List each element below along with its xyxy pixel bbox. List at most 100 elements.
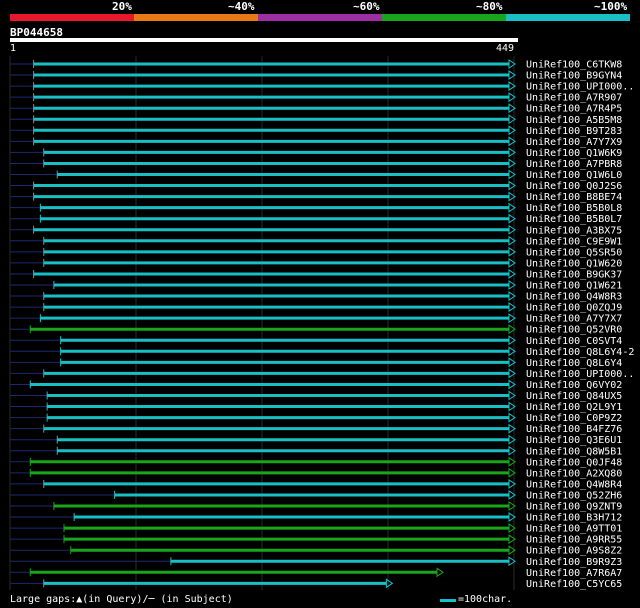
hit-row[interactable]: UniRef100_Q4W8R3 — [10, 291, 622, 303]
hit-label[interactable]: UniRef100_C9E9W1 — [526, 236, 622, 247]
hit-row[interactable]: UniRef100_A2XQ80 — [10, 467, 622, 479]
hit-row[interactable]: UniRef100_Q0J2S6 — [10, 180, 622, 192]
hit-label[interactable]: UniRef100_A7Y7X9 — [526, 137, 622, 148]
hit-label[interactable]: UniRef100_B9GYN4 — [526, 71, 622, 82]
hit-row[interactable]: UniRef100_A7R907 — [10, 92, 622, 104]
hit-row[interactable]: UniRef100_B9GK37 — [10, 269, 622, 280]
hit-row[interactable]: UniRef100_B9R9Z3 — [10, 556, 622, 568]
hit-row[interactable]: UniRef100_C0SVT4 — [10, 335, 622, 347]
hit-row[interactable]: UniRef100_Q1W621 — [10, 280, 622, 292]
hit-label[interactable]: UniRef100_A9S8Z2 — [526, 546, 622, 557]
hit-row[interactable]: UniRef100_Q84UX5 — [10, 390, 622, 402]
hit-label[interactable]: UniRef100_Q2L9Y1 — [526, 402, 622, 413]
hit-row[interactable]: UniRef100_C9E9W1 — [10, 235, 622, 247]
hit-row[interactable]: UniRef100_A9RR55 — [10, 534, 622, 546]
hit-label[interactable]: UniRef100_B8BE74 — [526, 192, 622, 203]
hit-row[interactable]: UniRef100_Q52ZH6 — [10, 490, 622, 501]
hit-row[interactable]: UniRef100_B9GYN4 — [10, 70, 622, 82]
hit-label[interactable]: UniRef100_Q1W620 — [526, 258, 622, 269]
hit-row[interactable]: UniRef100_Q5SR50 — [10, 246, 622, 258]
hit-row[interactable]: UniRef100_C0P9Z2 — [10, 412, 622, 424]
hit-row[interactable]: UniRef100_Q3E6U1 — [10, 434, 622, 446]
hit-label[interactable]: UniRef100_C0SVT4 — [526, 336, 622, 347]
hit-row[interactable]: UniRef100_B5B0L7 — [10, 213, 622, 225]
hit-row[interactable]: UniRef100_A7PBR8 — [10, 158, 622, 170]
hit-row[interactable]: UniRef100_Q8W5B1 — [10, 445, 622, 457]
hit-label[interactable]: UniRef100_A5B5M8 — [526, 115, 622, 126]
hit-label[interactable]: UniRef100_B9R9Z3 — [526, 557, 622, 568]
hit-row[interactable]: UniRef100_Q6VY02 — [10, 379, 622, 391]
hit-label[interactable]: UniRef100_Q0JF48 — [526, 457, 622, 468]
hit-label[interactable]: UniRef100_C0P9Z2 — [526, 413, 622, 424]
hit-label[interactable]: UniRef100_B5B0L8 — [526, 203, 622, 214]
hit-label[interactable]: UniRef100_A7PBR8 — [526, 159, 622, 170]
hit-row[interactable]: UniRef100_Q0JF48 — [10, 456, 622, 468]
hit-label[interactable]: UniRef100_Q1W621 — [526, 281, 622, 292]
hit-label[interactable]: UniRef100_Q52ZH6 — [526, 490, 622, 501]
hit-row[interactable]: UniRef100_A3BX75 — [10, 224, 622, 236]
hit-label[interactable]: UniRef100_B9GK37 — [526, 269, 622, 280]
hit-label[interactable]: UniRef100_A7R6A7 — [526, 568, 622, 579]
hit-label[interactable]: UniRef100_A9RR55 — [526, 535, 622, 546]
hit-row[interactable]: UniRef100_Q1W620 — [10, 257, 622, 269]
hit-label[interactable]: UniRef100_Q9ZNT9 — [526, 502, 622, 513]
hit-row[interactable]: UniRef100_Q1W6L0 — [10, 169, 622, 181]
hit-label[interactable]: UniRef100_Q84UX5 — [526, 391, 622, 402]
hit-row[interactable]: UniRef100_B3H712 — [10, 512, 622, 524]
hit-row[interactable]: UniRef100_Q9ZNT9 — [10, 501, 622, 513]
hit-label[interactable]: UniRef100_UPI000.. — [526, 82, 634, 93]
hit-label[interactable]: UniRef100_Q1W6L0 — [526, 170, 622, 181]
hit-label[interactable]: UniRef100_Q4W8R4 — [526, 479, 622, 490]
hit-label[interactable]: UniRef100_A3BX75 — [526, 225, 622, 236]
hit-label[interactable]: UniRef100_Q3E6U1 — [526, 435, 622, 446]
hit-row[interactable]: UniRef100_A7R6A7 — [10, 567, 622, 579]
hit-row[interactable]: UniRef100_Q0ZQJ9 — [10, 302, 622, 314]
hit-row[interactable]: UniRef100_UPI000.. — [10, 81, 634, 93]
grid-layer — [9, 56, 515, 590]
hit-row[interactable]: UniRef100_Q52VR0 — [10, 324, 622, 336]
hit-row[interactable]: UniRef100_Q8L6Y4-2 — [10, 346, 634, 358]
hit-row[interactable]: UniRef100_Q4W8R4 — [10, 478, 622, 490]
hit-row[interactable]: UniRef100_B8BE74 — [10, 191, 622, 203]
hit-row[interactable]: UniRef100_A5B5M8 — [10, 114, 622, 126]
hit-label[interactable]: UniRef100_B9T283 — [526, 126, 622, 137]
hit-arrow-icon — [436, 567, 444, 578]
hit-label[interactable]: UniRef100_A9TT01 — [526, 524, 622, 535]
hit-label[interactable]: UniRef100_B3H712 — [526, 513, 622, 524]
hit-row[interactable]: UniRef100_A9S8Z2 — [10, 545, 622, 557]
hit-label[interactable]: UniRef100_Q52VR0 — [526, 325, 622, 336]
hit-label[interactable]: UniRef100_B4FZ76 — [526, 424, 622, 435]
hit-label[interactable]: UniRef100_Q8L6Y4-2 — [526, 347, 634, 358]
hit-row[interactable]: UniRef100_C6TKW8 — [10, 59, 622, 71]
hit-row[interactable]: UniRef100_Q2L9Y1 — [10, 401, 622, 413]
hit-label[interactable]: UniRef100_C6TKW8 — [526, 60, 622, 71]
hit-label[interactable]: UniRef100_Q0J2S6 — [526, 181, 622, 192]
hit-row[interactable]: UniRef100_Q8L6Y4 — [10, 357, 622, 369]
hit-row[interactable]: UniRef100_A7Y7X9 — [10, 136, 622, 148]
hit-row[interactable]: UniRef100_C5YC65 — [10, 578, 622, 590]
scale-text: =100char. — [458, 594, 513, 605]
hit-label[interactable]: UniRef100_Q6VY02 — [526, 380, 622, 391]
hit-row[interactable]: UniRef100_A7Y7X7 — [10, 313, 622, 325]
hit-row[interactable]: UniRef100_B5B0L8 — [10, 202, 622, 214]
hit-label[interactable]: UniRef100_Q0ZQJ9 — [526, 303, 622, 314]
hit-row[interactable]: UniRef100_B9T283 — [10, 125, 622, 137]
hit-label[interactable]: UniRef100_Q8W5B1 — [526, 446, 622, 457]
hit-label[interactable]: UniRef100_Q5SR50 — [526, 247, 622, 258]
hit-label[interactable]: UniRef100_A7R907 — [526, 93, 622, 104]
hit-row[interactable]: UniRef100_Q1W6K9 — [10, 147, 622, 159]
hit-row[interactable]: UniRef100_B4FZ76 — [10, 423, 622, 435]
hit-label[interactable]: UniRef100_UPI000.. — [526, 369, 634, 380]
hit-label[interactable]: UniRef100_A2XQ80 — [526, 468, 622, 479]
hit-arrow-icon — [385, 578, 394, 589]
hit-row[interactable]: UniRef100_A7R4P5 — [10, 103, 622, 115]
hit-label[interactable]: UniRef100_Q1W6K9 — [526, 148, 622, 159]
hit-row[interactable]: UniRef100_UPI000.. — [10, 368, 634, 380]
hit-row[interactable]: UniRef100_A9TT01 — [10, 523, 622, 535]
hit-label[interactable]: UniRef100_A7Y7X7 — [526, 314, 622, 325]
hit-label[interactable]: UniRef100_C5YC65 — [526, 579, 622, 590]
hit-label[interactable]: UniRef100_Q8L6Y4 — [526, 358, 622, 369]
hit-label[interactable]: UniRef100_A7R4P5 — [526, 104, 622, 115]
hit-label[interactable]: UniRef100_Q4W8R3 — [526, 292, 622, 303]
hit-label[interactable]: UniRef100_B5B0L7 — [526, 214, 622, 225]
